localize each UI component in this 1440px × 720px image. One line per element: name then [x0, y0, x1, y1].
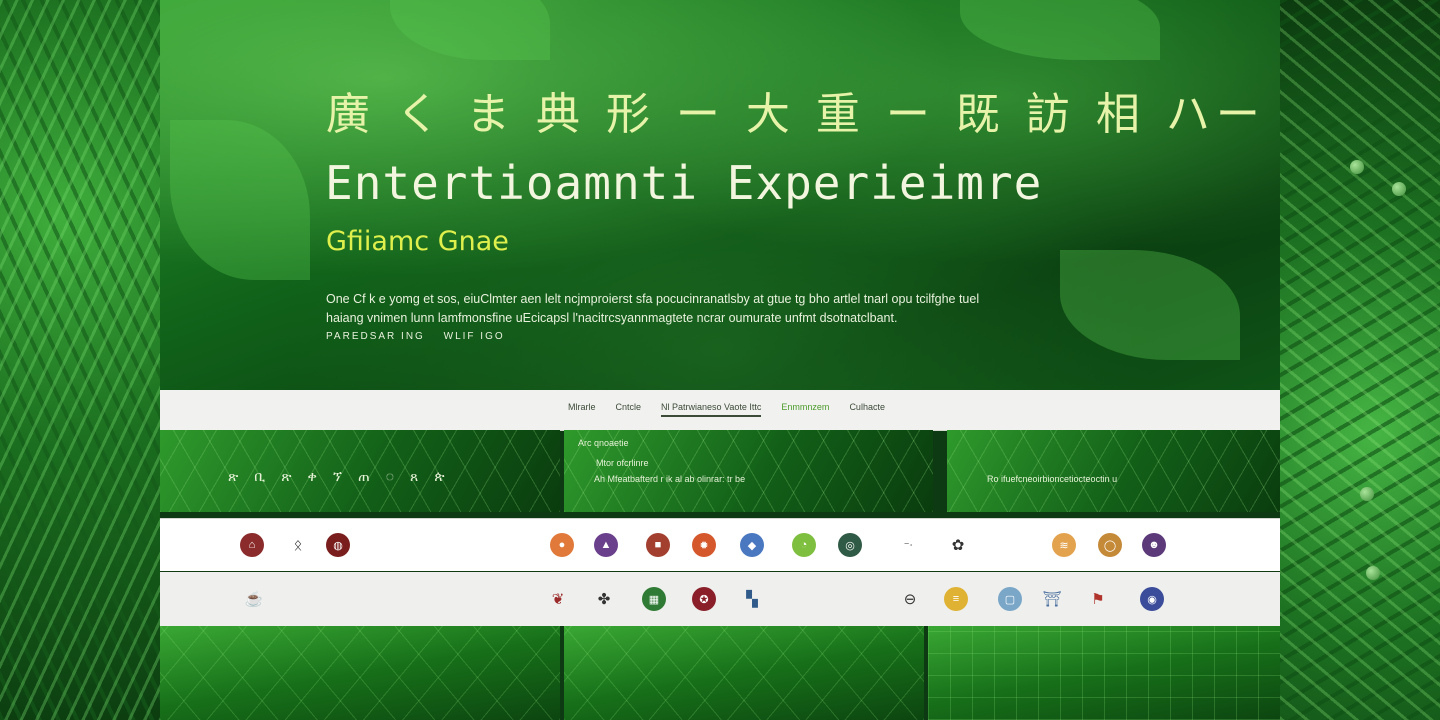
house-logo-icon[interactable]: ⌂ — [240, 533, 264, 557]
bottom-panel-3[interactable] — [928, 626, 1280, 720]
leaf-decoration — [390, 0, 550, 60]
nav-item-1[interactable]: Mlrarle — [568, 402, 596, 417]
thumbnail-card-1[interactable]: ጽ ቢ ጽ ቀ ኘ ጠ ◌ ጸ ጵ — [160, 430, 560, 512]
nav-item-4[interactable]: Enmmnzem — [781, 402, 829, 417]
ring-logo-icon[interactable]: ◯ — [1098, 533, 1122, 557]
circle-logo-icon[interactable]: ◎ — [838, 533, 862, 557]
card-label: Arc qnoaetie — [578, 438, 629, 448]
badge-logo-icon[interactable]: ✪ — [692, 587, 716, 611]
card-caption: Ah Mfeatbafterd r ik al ab olinrar: tr b… — [594, 474, 746, 484]
leaf-decoration — [1060, 250, 1240, 360]
bottom-panel-1[interactable] — [160, 626, 560, 720]
cross-logo-icon[interactable]: ⊖ — [898, 587, 922, 611]
road-logo-icon[interactable]: ≋ — [1052, 533, 1076, 557]
dash-logo-icon[interactable]: ⁻ᐧ — [896, 533, 920, 557]
globe-logo-icon[interactable]: ◉ — [1140, 587, 1164, 611]
flag-logo-icon[interactable]: ⚑ — [1086, 587, 1110, 611]
orange-logo-icon[interactable]: ● — [550, 533, 574, 557]
grid-logo-icon[interactable]: ▦ — [642, 587, 666, 611]
glyph-icon: ጠ — [358, 468, 370, 484]
hero-banner: 廣 く ま 典 形 ー 大 重 ー 既 訪 相 ハー 塁 Entertioamn… — [160, 0, 1280, 390]
hero-cta-group: PAREDSAR ING WLIF IGO — [326, 331, 519, 342]
berry-decoration — [1360, 487, 1374, 501]
nav-item-3-active[interactable]: Nl Patrwianeso Vaote Ittc — [661, 402, 762, 417]
glyph-icon: ቀ — [307, 468, 317, 484]
berry-decoration — [1350, 160, 1364, 174]
frame-logo-icon[interactable]: ▢ — [998, 587, 1022, 611]
hero-cjk-heading: 廣 く ま 典 形 ー 大 重 ー 既 訪 相 ハー 塁 — [326, 89, 1280, 140]
leaf-decoration — [170, 120, 310, 280]
hero-cta-link-secondary[interactable]: WLIF IGO — [444, 331, 505, 342]
burger-logo-icon[interactable]: ≡ — [944, 587, 968, 611]
nav-item-2[interactable]: Cntcle — [616, 402, 642, 417]
thumbnail-card-2[interactable]: Arc qnoaetie Mtor ofcrlinre Ah Mfeatbaft… — [564, 430, 933, 512]
hero-title: Entertioamnti Experieimre — [325, 156, 1043, 210]
bottom-panels — [160, 626, 1280, 720]
glyph-icon: ጸ — [410, 468, 419, 484]
glyph-icon: ኘ — [332, 468, 343, 484]
nav-item-5[interactable]: Culhacte — [849, 402, 885, 417]
leaf-decoration — [960, 0, 1160, 60]
glyph-icon: ቢ — [254, 468, 266, 484]
card-caption: Ro ifuefcneoirbioncetiocteoctin u — [987, 474, 1118, 484]
page: 廣 く ま 典 形 ー 大 重 ー 既 訪 相 ハー 塁 Entertioamn… — [0, 0, 1440, 720]
gear-logo-icon[interactable]: ✹ — [692, 533, 716, 557]
bridge-logo-icon[interactable]: ⛩ — [1040, 587, 1064, 611]
bottom-panel-2[interactable] — [564, 626, 924, 720]
glyph-icon: ጽ — [281, 468, 292, 484]
mask-logo-icon[interactable]: ☻ — [1142, 533, 1166, 557]
bird-logo-icon[interactable]: ᛟ — [286, 533, 310, 557]
glyph-icon: ◌ — [385, 468, 395, 484]
leaf-logo-icon[interactable]: ❦ — [546, 587, 570, 611]
flower-logo-icon[interactable]: ✿ — [946, 533, 970, 557]
hero-cta-link-primary[interactable]: PAREDSAR ING — [326, 331, 425, 342]
berry-decoration — [1392, 182, 1406, 196]
swoosh-logo-icon[interactable]: ◔ — [792, 533, 816, 557]
truck-logo-icon[interactable]: ■ — [646, 533, 670, 557]
nav-items: Mlrarle Cntcle Nl Patrwianeso Vaote Ittc… — [568, 402, 885, 417]
left-foliage-panel — [0, 0, 160, 720]
glyph-icon: ጵ — [434, 468, 445, 484]
nav-bar: Mlrarle Cntcle Nl Patrwianeso Vaote Ittc… — [160, 390, 1280, 431]
card-subtitle: Mtor ofcrlinre — [596, 458, 649, 468]
thumbnail-card-3[interactable]: Ro ifuefcneoirbioncetiocteoctin u — [947, 430, 1280, 512]
card-icon-row: ጽ ቢ ጽ ቀ ኘ ጠ ◌ ጸ ጵ — [228, 468, 445, 485]
shield-logo-icon[interactable]: ◆ — [740, 533, 764, 557]
right-foliage-panel — [1280, 0, 1440, 720]
hero-subtitle: Gfiiamc Gnae — [326, 226, 509, 257]
cup-logo-icon[interactable]: ☕ — [242, 587, 266, 611]
block-logo-icon[interactable]: ▚ — [740, 587, 764, 611]
logo-row-1: ⌂ ᛟ ◍ ● ▲ ■ ✹ ◆ ◔ ◎ ⁻ᐧ ✿ ≋ ◯ ☻ — [160, 518, 1280, 571]
berry-decoration — [1366, 566, 1380, 580]
logo-row-2: ☕ ❦ ✤ ▦ ✪ ▚ ⊖ ≡ ▢ ⛩ ⚑ ◉ — [160, 572, 1280, 626]
main-column: 廣 く ま 典 形 ー 大 重 ー 既 訪 相 ハー 塁 Entertioamn… — [160, 0, 1280, 720]
glyph-icon: ጽ — [228, 468, 239, 484]
crest-logo-icon[interactable]: ▲ — [594, 533, 618, 557]
tag-logo-icon[interactable]: ◍ — [326, 533, 350, 557]
paw-logo-icon[interactable]: ✤ — [592, 587, 616, 611]
thumbnail-cards: ጽ ቢ ጽ ቀ ኘ ጠ ◌ ጸ ጵ Arc qnoaetie Mtor ofcr… — [160, 430, 1280, 512]
hero-description: One Cf k e yomg et sos, eiuClmter aen le… — [326, 292, 980, 325]
